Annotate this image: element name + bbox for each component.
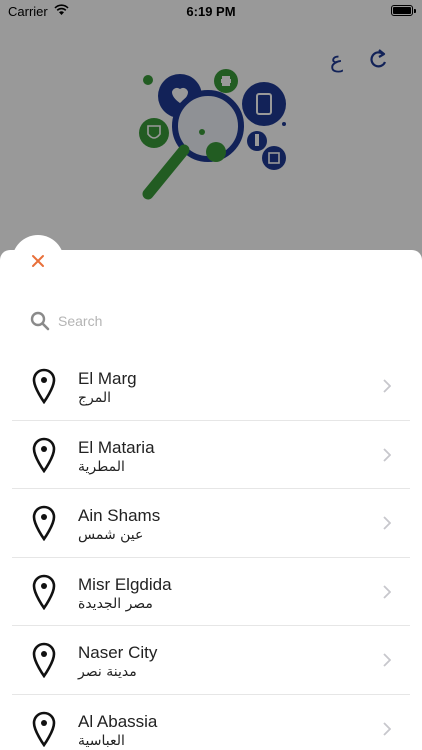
list-item[interactable]: El Mataria المطرية	[0, 421, 422, 490]
chevron-right-icon	[383, 722, 391, 736]
area-name-ar: مدينة نصر	[78, 664, 137, 681]
location-pin-icon	[32, 505, 56, 542]
area-name-en: Ain Shams	[78, 506, 161, 526]
list-item[interactable]: Misr Elgdida مصر الجديدة	[0, 558, 422, 627]
list-item[interactable]: Ain Shams عين شمس	[0, 489, 422, 558]
chevron-right-icon	[383, 516, 391, 530]
list-item[interactable]: Al Abassia العباسية	[0, 695, 422, 750]
area-name-ar: المرج	[78, 390, 112, 406]
area-name-en: Naser City	[78, 643, 158, 663]
location-pin-icon	[32, 574, 56, 610]
search-input[interactable]	[58, 310, 378, 332]
location-pin-icon	[32, 368, 56, 404]
list-item[interactable]: El Marg المرج	[0, 352, 422, 421]
area-name-ar: مصر الجديدة	[78, 595, 153, 612]
search-bar	[30, 310, 390, 332]
area-name-en: El Marg	[78, 369, 137, 388]
area-name-ar: المطرية	[78, 458, 125, 475]
chevron-right-icon	[383, 379, 391, 393]
chevron-right-icon	[383, 585, 391, 599]
search-icon	[30, 311, 50, 331]
location-pin-icon	[32, 437, 56, 473]
location-pin-icon	[32, 643, 56, 679]
chevron-right-icon	[383, 447, 391, 462]
close-icon[interactable]	[30, 253, 46, 269]
location-pin-icon	[32, 711, 56, 747]
list-item[interactable]: Naser City مدينة نصر	[0, 626, 422, 695]
area-name-en: El Mataria	[78, 437, 155, 457]
area-name-en: Misr Elgdida	[78, 574, 172, 594]
chevron-right-icon	[383, 653, 391, 668]
area-name-en: Al Abassia	[78, 711, 158, 731]
area-list: El Marg المرج El Mataria المطرية Ain Sha…	[0, 352, 422, 750]
area-name-ar: العباسية	[78, 732, 125, 749]
area-name-ar: عين شمس	[78, 527, 144, 544]
